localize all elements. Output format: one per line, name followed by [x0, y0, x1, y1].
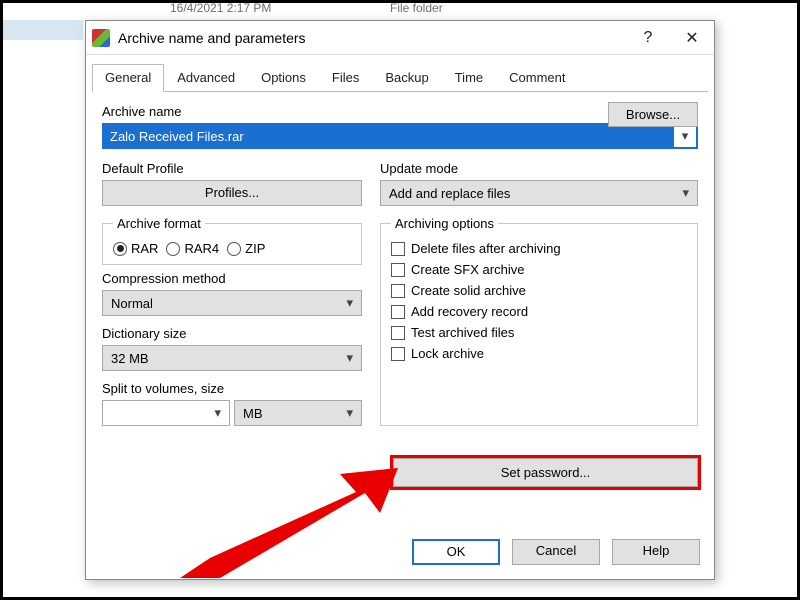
checkbox-icon	[391, 242, 405, 256]
split-unit-value: MB	[243, 406, 263, 421]
titlebar: Archive name and parameters ? ✕	[86, 21, 714, 55]
bg-file-type: File folder	[390, 1, 443, 15]
radio-dot-icon	[227, 242, 241, 256]
checkbox-icon	[391, 284, 405, 298]
dictionary-size-select[interactable]: 32 MB ▾	[102, 345, 362, 371]
tabstrip: General Advanced Options Files Backup Ti…	[92, 63, 708, 92]
radio-rar4[interactable]: RAR4	[166, 241, 219, 256]
chevron-down-icon: ▾	[346, 350, 353, 366]
chevron-down-icon: ▾	[346, 295, 353, 311]
split-label: Split to volumes, size	[102, 381, 362, 396]
close-button[interactable]: ✕	[670, 23, 714, 53]
check-label: Add recovery record	[411, 304, 528, 319]
help-footer-button[interactable]: Help	[612, 539, 700, 565]
bg-date: 16/4/2021 2:17 PM	[170, 1, 271, 15]
compression-method-value: Normal	[111, 296, 153, 311]
check-sfx[interactable]: Create SFX archive	[391, 262, 687, 277]
dictionary-size-label: Dictionary size	[102, 326, 362, 341]
profiles-button[interactable]: Profiles...	[102, 180, 362, 206]
archive-dialog: Archive name and parameters ? ✕ General …	[85, 20, 715, 580]
check-test[interactable]: Test archived files	[391, 325, 687, 340]
compression-method-select[interactable]: Normal ▾	[102, 290, 362, 316]
radio-zip[interactable]: ZIP	[227, 241, 265, 256]
radio-zip-label: ZIP	[245, 241, 265, 256]
bg-selected-row	[3, 20, 83, 40]
split-size-select[interactable]: ▾	[102, 400, 230, 426]
set-password-button[interactable]: Set password...	[393, 458, 698, 487]
update-mode-select[interactable]: Add and replace files ▾	[380, 180, 698, 206]
update-mode-label: Update mode	[380, 161, 698, 176]
winrar-icon	[92, 29, 110, 47]
checkbox-icon	[391, 305, 405, 319]
archive-name-input[interactable]	[104, 125, 674, 147]
dictionary-size-value: 32 MB	[111, 351, 149, 366]
browse-button[interactable]: Browse...	[608, 102, 698, 127]
tab-time[interactable]: Time	[442, 64, 496, 92]
default-profile-label: Default Profile	[102, 161, 362, 176]
check-label: Create SFX archive	[411, 262, 524, 277]
ok-button[interactable]: OK	[412, 539, 500, 565]
tab-options[interactable]: Options	[248, 64, 319, 92]
tab-general[interactable]: General	[92, 64, 164, 92]
check-lock[interactable]: Lock archive	[391, 346, 687, 361]
archiving-options-group: Archiving options Delete files after arc…	[380, 216, 698, 426]
checkbox-icon	[391, 347, 405, 361]
check-delete-after[interactable]: Delete files after archiving	[391, 241, 687, 256]
split-unit-select[interactable]: MB ▾	[234, 400, 362, 426]
archive-format-group: Archive format RAR RAR4 ZIP	[102, 216, 362, 265]
radio-rar4-label: RAR4	[184, 241, 219, 256]
help-button[interactable]: ?	[626, 23, 670, 53]
checkbox-icon	[391, 326, 405, 340]
chevron-down-icon: ▾	[214, 405, 221, 421]
archive-format-legend: Archive format	[113, 216, 205, 231]
dialog-footer: OK Cancel Help	[412, 539, 700, 565]
general-panel: Archive name Browse... ▾ Default Profile…	[86, 92, 714, 444]
update-mode-value: Add and replace files	[389, 186, 510, 201]
set-password-label: Set password...	[501, 465, 591, 480]
check-label: Create solid archive	[411, 283, 526, 298]
radio-rar-label: RAR	[131, 241, 158, 256]
tab-comment[interactable]: Comment	[496, 64, 578, 92]
compression-method-label: Compression method	[102, 271, 362, 286]
check-recovery[interactable]: Add recovery record	[391, 304, 687, 319]
chevron-down-icon: ▾	[346, 405, 353, 421]
check-label: Delete files after archiving	[411, 241, 561, 256]
tab-advanced[interactable]: Advanced	[164, 64, 248, 92]
cancel-button[interactable]: Cancel	[512, 539, 600, 565]
radio-rar[interactable]: RAR	[113, 241, 158, 256]
archiving-options-legend: Archiving options	[391, 216, 498, 231]
tab-files[interactable]: Files	[319, 64, 372, 92]
check-label: Test archived files	[411, 325, 514, 340]
check-label: Lock archive	[411, 346, 484, 361]
tab-backup[interactable]: Backup	[372, 64, 441, 92]
radio-dot-icon	[166, 242, 180, 256]
chevron-down-icon[interactable]: ▾	[674, 125, 696, 147]
check-solid[interactable]: Create solid archive	[391, 283, 687, 298]
dialog-title: Archive name and parameters	[118, 30, 626, 46]
chevron-down-icon: ▾	[682, 185, 689, 201]
radio-dot-icon	[113, 242, 127, 256]
checkbox-icon	[391, 263, 405, 277]
